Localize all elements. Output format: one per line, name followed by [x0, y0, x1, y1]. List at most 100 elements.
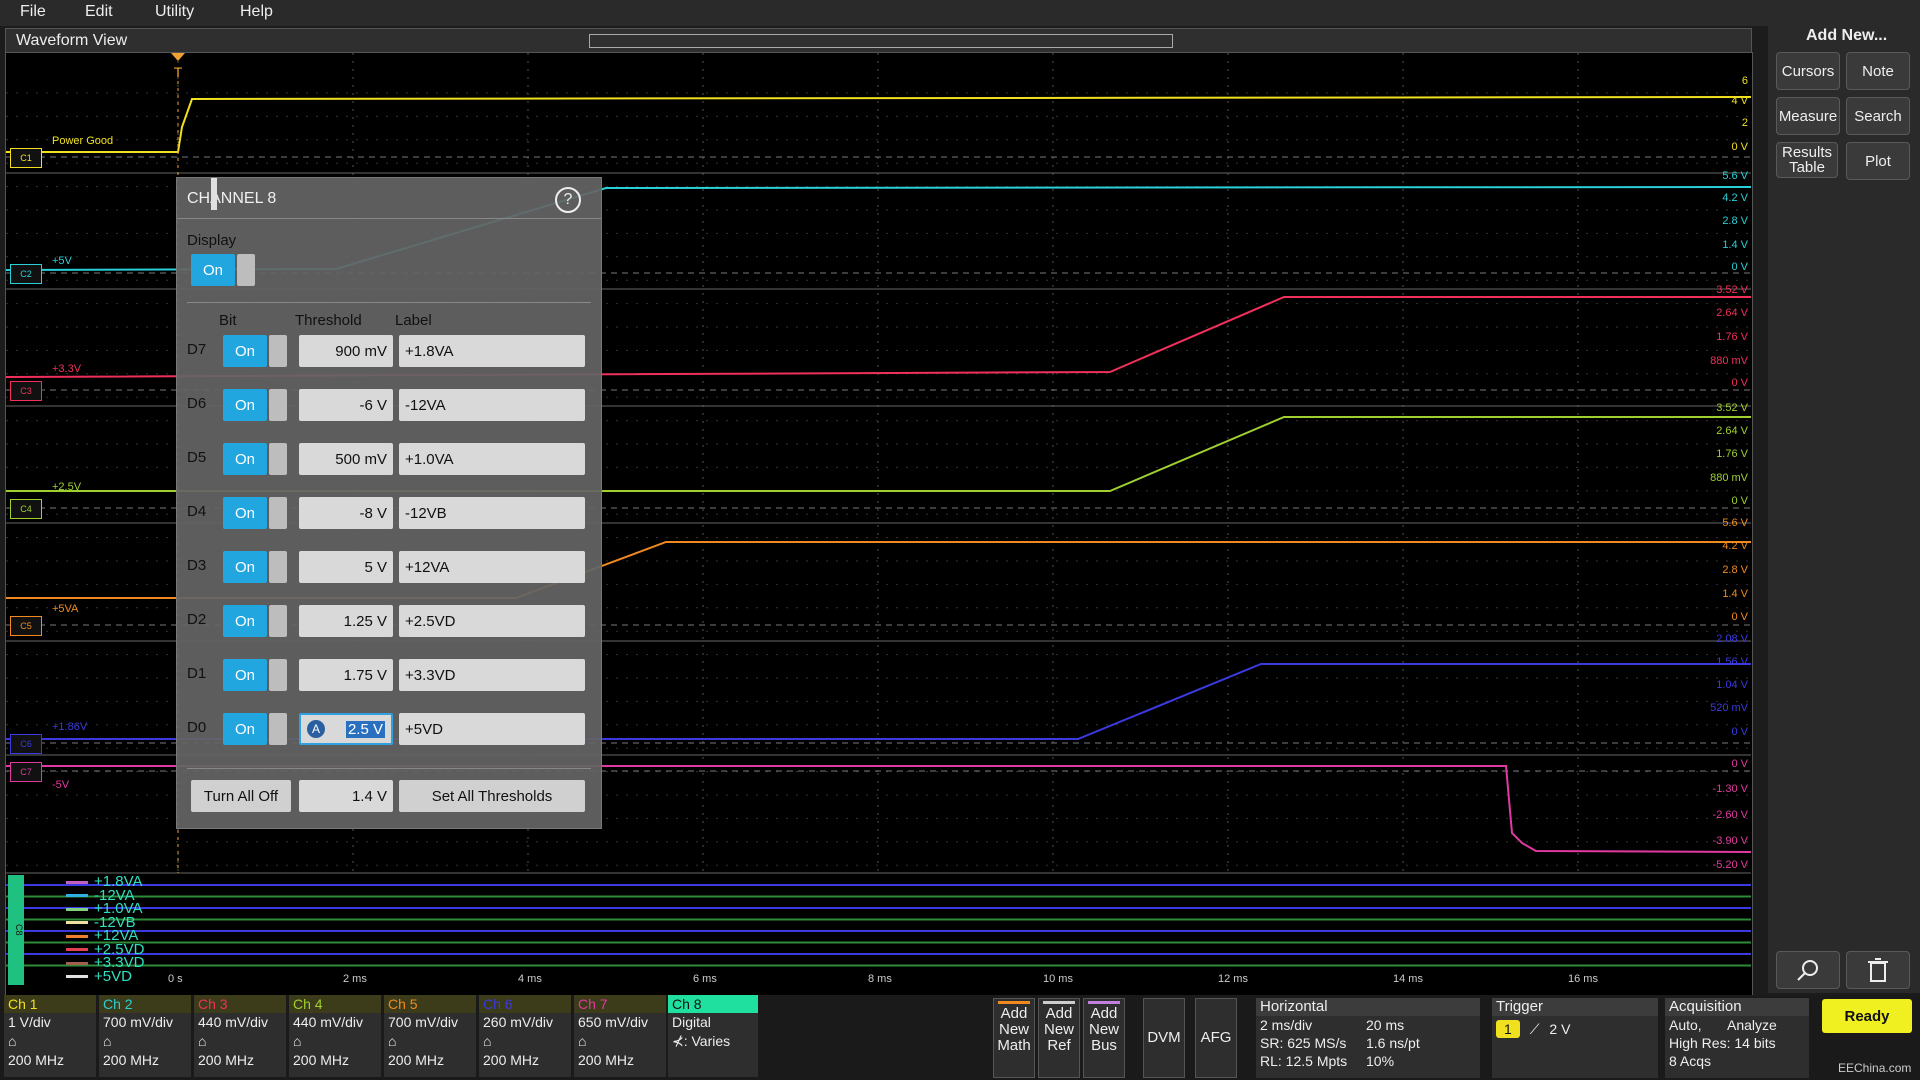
- scale-label: 2.08 V: [1716, 633, 1748, 645]
- bit-d1-label-field[interactable]: +3.3VD: [399, 659, 585, 691]
- bit-d6-toggle-knob[interactable]: [269, 389, 287, 421]
- scale-label: 880 mV: [1710, 472, 1748, 484]
- add-ref-button[interactable]: Add New Ref: [1038, 998, 1080, 1078]
- trigger-panel[interactable]: Trigger 1 ⟋ 2 V: [1492, 998, 1658, 1078]
- ch3-badge[interactable]: Ch 3 440 mV/div ⌂ 200 MHz: [194, 995, 286, 1077]
- menu-file[interactable]: File: [20, 3, 46, 21]
- channel-badge-c7[interactable]: C7: [10, 762, 42, 782]
- bit-d6-toggle[interactable]: On: [223, 389, 267, 421]
- help-icon[interactable]: ?: [555, 187, 581, 213]
- ch4-badge[interactable]: Ch 4 440 mV/div ⌂ 200 MHz: [289, 995, 381, 1077]
- zoom-icon[interactable]: [1776, 951, 1840, 989]
- bit-d5-threshold[interactable]: 500 mV: [299, 443, 393, 475]
- ch4-name: Ch 4: [289, 995, 381, 1013]
- channel-badge-c4[interactable]: C4: [10, 499, 42, 519]
- record-overview-bar[interactable]: [589, 34, 1173, 48]
- display-toggle-knob[interactable]: [237, 254, 255, 286]
- bit-d3-toggle[interactable]: On: [223, 551, 267, 583]
- ch4-vdiv: 440 mV/div: [293, 1014, 364, 1030]
- dvm-button[interactable]: DVM: [1143, 998, 1185, 1078]
- bit-d5-toggle[interactable]: On: [223, 443, 267, 475]
- results-table-button[interactable]: Results Table: [1776, 142, 1838, 178]
- channel-badge-c1[interactable]: C1: [10, 148, 42, 168]
- bit-d0-threshold[interactable]: A 2.5 V: [299, 713, 393, 745]
- bit-d6-label-field[interactable]: -12VA: [399, 389, 585, 421]
- bit-d2-toggle-knob[interactable]: [269, 605, 287, 637]
- bit-d7-toggle[interactable]: On: [223, 335, 267, 367]
- bit-d1-toggle[interactable]: On: [223, 659, 267, 691]
- bit-d0-toggle[interactable]: On: [223, 713, 267, 745]
- acquisition-panel[interactable]: Acquisition Auto, Analyze High Res: 14 bi…: [1665, 998, 1809, 1078]
- bit-d2-label-field[interactable]: +2.5VD: [399, 605, 585, 637]
- set-all-thresholds-button[interactable]: Set All Thresholds: [399, 780, 585, 812]
- bit-d0-toggle-knob[interactable]: [269, 713, 287, 745]
- threshold-value: -8 V: [359, 504, 387, 522]
- scale-label: 0 V: [1731, 141, 1748, 153]
- ch2-name: Ch 2: [99, 995, 191, 1013]
- display-toggle[interactable]: On: [191, 254, 235, 286]
- bit-d4-label-field[interactable]: -12VB: [399, 497, 585, 529]
- bit-d3-toggle-knob[interactable]: [269, 551, 287, 583]
- bit-d0-label-field[interactable]: +5VD: [399, 713, 585, 745]
- bit-d5-toggle-knob[interactable]: [269, 443, 287, 475]
- ch8-badge[interactable]: Ch 8 Digital ⊀: Varies: [668, 995, 758, 1077]
- ch7-name: Ch 7: [574, 995, 666, 1013]
- scale-label: 1.56 V: [1716, 656, 1748, 668]
- bit-d3-label-field[interactable]: +12VA: [399, 551, 585, 583]
- col-label-header: Label: [395, 312, 432, 329]
- ch7-badge[interactable]: Ch 7 650 mV/div ⌂ 200 MHz: [574, 995, 666, 1077]
- bit-d4-toggle-knob[interactable]: [269, 497, 287, 529]
- scale-label: 2: [1741, 117, 1748, 129]
- bit-d7-toggle-knob[interactable]: [269, 335, 287, 367]
- ch5-badge[interactable]: Ch 5 700 mV/div ⌂ 200 MHz: [384, 995, 476, 1077]
- menu-help[interactable]: Help: [240, 3, 273, 21]
- add-bus-button[interactable]: Add New Bus: [1083, 998, 1125, 1078]
- acq-resolution: High Res: 14 bits: [1669, 1035, 1776, 1051]
- bit-d4-threshold[interactable]: -8 V: [299, 497, 393, 529]
- plot-button[interactable]: Plot: [1846, 142, 1910, 180]
- bit-d7-label-field[interactable]: +1.8VA: [399, 335, 585, 367]
- search-button[interactable]: Search: [1846, 97, 1910, 135]
- all-threshold-field[interactable]: 1.4 V: [299, 780, 393, 812]
- ch6-bandwidth: 200 MHz: [483, 1052, 540, 1068]
- time-label: 16 ms: [1568, 973, 1598, 985]
- display-label: Display: [187, 232, 237, 249]
- add-math-button[interactable]: Add New Math: [993, 998, 1035, 1078]
- time-per-point: 1.6 ns/pt: [1366, 1035, 1420, 1051]
- channel-badge-c6[interactable]: C6: [10, 734, 42, 754]
- turn-all-off-button[interactable]: Turn All Off: [191, 780, 291, 812]
- channel-badge-c3[interactable]: C3: [10, 381, 42, 401]
- digital-group-badge[interactable]: C8: [8, 875, 24, 985]
- run-status-badge[interactable]: Ready: [1822, 999, 1912, 1033]
- horizontal-panel[interactable]: Horizontal 2 ms/div 20 ms SR: 625 MS/s 1.6…: [1256, 998, 1480, 1078]
- channel-name-c4: +2.5V: [52, 481, 82, 493]
- ch2-badge[interactable]: Ch 2 700 mV/div ⌂ 200 MHz: [99, 995, 191, 1077]
- bit-d7-threshold[interactable]: 900 mV: [299, 335, 393, 367]
- note-button[interactable]: Note: [1846, 52, 1910, 90]
- ch1-vdiv: 1 V/div: [8, 1014, 51, 1030]
- cursors-button[interactable]: Cursors: [1776, 52, 1840, 90]
- menu-edit[interactable]: Edit: [85, 3, 113, 21]
- ch4-coupling-icon: ⌂: [293, 1033, 302, 1049]
- trash-icon[interactable]: [1846, 951, 1910, 989]
- bit-d3-threshold[interactable]: 5 V: [299, 551, 393, 583]
- bit-d4-toggle[interactable]: On: [223, 497, 267, 529]
- bit-d2-threshold[interactable]: 1.25 V: [299, 605, 393, 637]
- ch6-badge[interactable]: Ch 6 260 mV/div ⌂ 200 MHz: [479, 995, 571, 1077]
- bit-d1-toggle-knob[interactable]: [269, 659, 287, 691]
- acq-count: 8 Acqs: [1669, 1053, 1712, 1069]
- channel-badge-c5[interactable]: C5: [10, 616, 42, 636]
- ch1-badge[interactable]: Ch 1 1 V/div ⌂ 200 MHz: [4, 995, 96, 1077]
- afg-button[interactable]: AFG: [1195, 998, 1237, 1078]
- measure-button[interactable]: Measure: [1776, 97, 1840, 135]
- bit-d5-label-field[interactable]: +1.0VA: [399, 443, 585, 475]
- ch8-name: Ch 8: [668, 995, 758, 1013]
- time-label: 6 ms: [693, 973, 717, 985]
- scale-label: 3.52 V: [1716, 284, 1748, 296]
- bit-d1-threshold[interactable]: 1.75 V: [299, 659, 393, 691]
- menu-utility[interactable]: Utility: [155, 3, 194, 21]
- bit-d6-threshold[interactable]: -6 V: [299, 389, 393, 421]
- scale-label: 1.04 V: [1716, 679, 1748, 691]
- channel-badge-c2[interactable]: C2: [10, 264, 42, 284]
- bit-d2-toggle[interactable]: On: [223, 605, 267, 637]
